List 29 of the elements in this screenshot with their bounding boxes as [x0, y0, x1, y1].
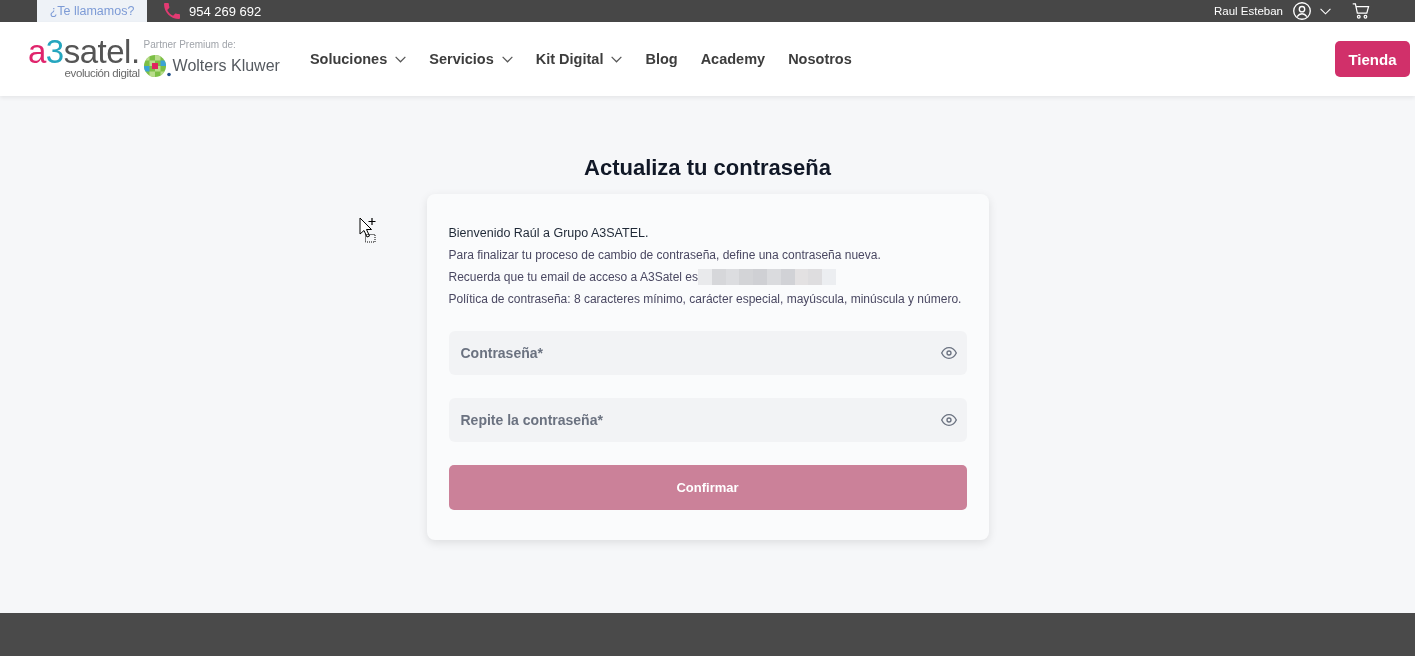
chevron-down-icon[interactable] — [611, 55, 623, 63]
shop-button[interactable]: Tienda — [1335, 41, 1410, 77]
email-notice-text: Recuerda que tu email de acceso a A3Satel es — [448, 269, 698, 286]
user-circle-icon[interactable] — [1293, 2, 1311, 20]
phone-number[interactable]: 954 269 692 — [189, 3, 262, 19]
page-title: Actualiza tu contraseña — [584, 155, 831, 181]
logo-wordmark[interactable]: a3satel. — [28, 38, 140, 66]
cursor-icon — [359, 217, 376, 243]
intro-text: Para finalizar tu proceso de cambio de contraseña, define una contraseña nueva. — [448, 247, 881, 264]
nav-link[interactable]: Academy — [700, 51, 766, 67]
partner-name: Wolters Kluwer — [172, 57, 280, 75]
partner-logo-icon — [143, 55, 171, 77]
nav-link[interactable]: Soluciones — [309, 51, 407, 67]
user-name[interactable]: Raul Esteban — [1213, 5, 1283, 17]
nav-link[interactable]: Nosotros — [788, 51, 852, 67]
partner-caption: Partner Premium de: — [143, 39, 237, 51]
chevron-down-icon[interactable] — [501, 55, 513, 63]
eye-icon[interactable] — [940, 414, 957, 426]
nav-link[interactable]: Blog — [645, 51, 678, 67]
policy-text: Política de contraseña: 8 caracteres mínimo, carácter especial, mayúscula, minúscula y número. — [448, 291, 962, 308]
eye-icon[interactable] — [940, 347, 957, 359]
password-field[interactable]: Repite la contraseña* — [448, 398, 967, 442]
greeting-text: Bienvenido Raúl a Grupo A3SATEL. — [448, 225, 649, 242]
logo-tagline: evolución digital — [64, 67, 140, 80]
nav-link[interactable]: Servicios — [429, 51, 513, 67]
password-field[interactable]: Contraseña* — [448, 331, 967, 375]
chevron-down-icon[interactable] — [395, 55, 407, 63]
nav-link[interactable]: Kit Digital — [535, 51, 623, 67]
cart-icon[interactable] — [1352, 3, 1370, 19]
